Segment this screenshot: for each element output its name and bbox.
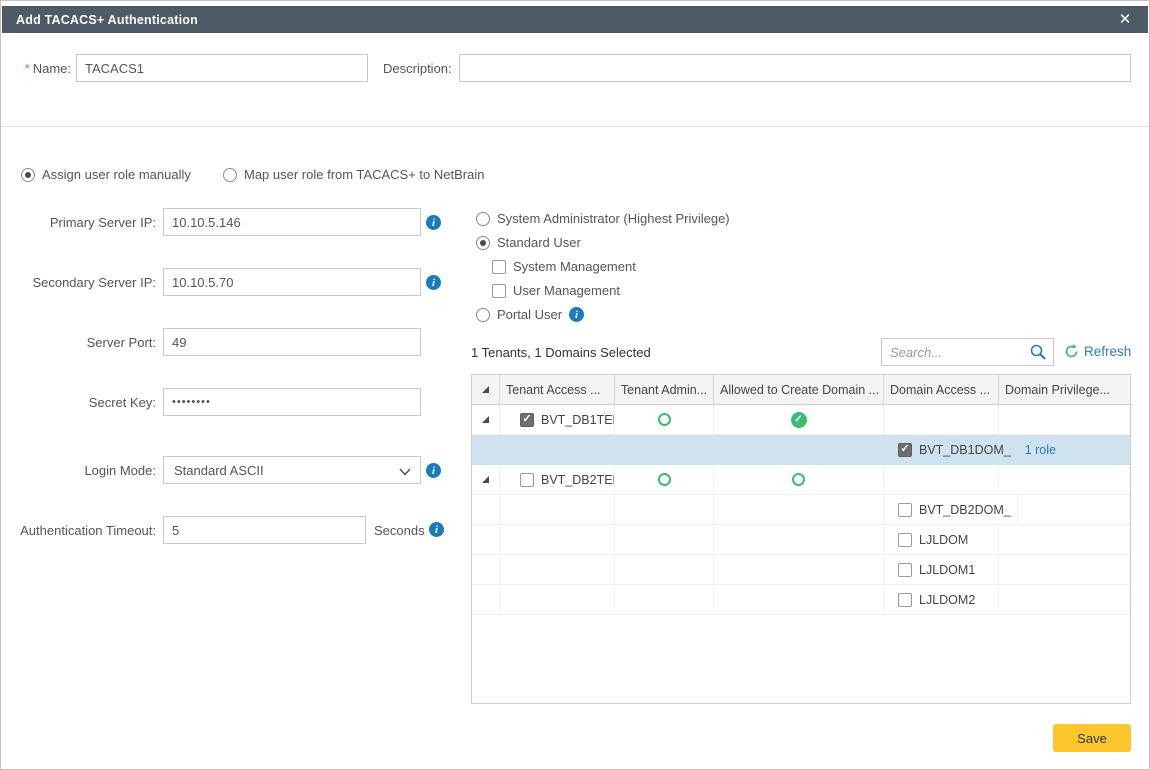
secret-key-input[interactable] bbox=[163, 388, 421, 416]
col-domain-privilege[interactable]: Domain Privilege... bbox=[999, 375, 1130, 404]
refresh-icon bbox=[1064, 344, 1079, 359]
map-role-option[interactable]: Map user role from TACACS+ to NetBrain bbox=[223, 167, 484, 182]
domain-name: LJLDOM bbox=[919, 533, 968, 547]
required-marker: * bbox=[25, 61, 30, 76]
domain-access-checkbox[interactable]: ✓ bbox=[898, 593, 912, 607]
domain-access-checkbox[interactable]: ✓ bbox=[898, 563, 912, 577]
table-row-selected[interactable]: ✓ BVT_DB1DOM_ 1 role bbox=[472, 435, 1130, 465]
login-mode-value: Standard ASCII bbox=[174, 463, 264, 478]
expand-all-icon[interactable] bbox=[482, 386, 489, 393]
domain-name: LJLDOM2 bbox=[919, 593, 975, 607]
radio-icon[interactable] bbox=[476, 308, 490, 322]
portal-user-label: Portal User bbox=[497, 307, 562, 322]
section-divider bbox=[1, 126, 1149, 127]
info-icon[interactable]: i bbox=[569, 307, 584, 322]
domain-name: BVT_DB2DOM_ bbox=[919, 503, 1011, 517]
primary-ip-label: Primary Server IP: bbox=[1, 215, 156, 230]
tenant-name: BVT_DB1TEN_ bbox=[541, 413, 615, 427]
portal-user-option[interactable]: Portal User i bbox=[476, 307, 584, 322]
auth-timeout-input[interactable] bbox=[163, 516, 366, 544]
radio-icon[interactable] bbox=[476, 236, 490, 250]
col-allowed-create-domain[interactable]: Allowed to Create Domain ... bbox=[714, 375, 884, 404]
system-management-label: System Management bbox=[513, 259, 636, 274]
auth-timeout-label: Authentication Timeout: bbox=[1, 523, 156, 538]
col-domain-access[interactable]: Domain Access ... bbox=[884, 375, 999, 404]
secondary-ip-input[interactable] bbox=[163, 268, 421, 296]
checkbox-icon[interactable]: ✓ bbox=[492, 260, 506, 274]
checkbox-icon[interactable]: ✓ bbox=[492, 284, 506, 298]
create-domain-check-icon[interactable]: ✓ bbox=[791, 412, 807, 428]
server-port-label: Server Port: bbox=[1, 335, 156, 350]
close-icon[interactable]: ✕ bbox=[1116, 11, 1134, 29]
secondary-ip-label: Secondary Server IP: bbox=[1, 275, 156, 290]
description-label: Description: bbox=[383, 61, 452, 76]
table-row: ✓ BVT_DB1TEN_ ✓ bbox=[472, 405, 1130, 435]
col-tenant-access[interactable]: Tenant Access ... bbox=[500, 375, 615, 404]
server-port-input[interactable] bbox=[163, 328, 421, 356]
refresh-button[interactable]: Refresh bbox=[1064, 344, 1131, 359]
name-input[interactable] bbox=[76, 54, 368, 82]
domain-name: LJLDOM1 bbox=[919, 563, 975, 577]
row-expander-icon[interactable] bbox=[482, 476, 489, 483]
info-icon[interactable]: i bbox=[426, 275, 441, 290]
name-label: *Name: bbox=[1, 61, 71, 76]
timeout-unit-label: Seconds bbox=[374, 523, 425, 538]
table-row: ✓ LJLDOM1 bbox=[472, 555, 1130, 585]
tenant-name: BVT_DB2TEN_ bbox=[541, 473, 615, 487]
dialog-titlebar: Add TACACS+ Authentication ✕ bbox=[2, 6, 1148, 33]
domain-access-checkbox[interactable]: ✓ bbox=[898, 443, 912, 457]
info-icon[interactable]: i bbox=[426, 215, 441, 230]
system-admin-label: System Administrator (Highest Privilege) bbox=[497, 211, 730, 226]
user-management-label: User Management bbox=[513, 283, 620, 298]
standard-user-label: Standard User bbox=[497, 235, 581, 250]
description-input[interactable] bbox=[459, 54, 1131, 82]
login-mode-select[interactable]: Standard ASCII bbox=[163, 456, 421, 484]
tenant-access-checkbox[interactable]: ✓ bbox=[520, 473, 534, 487]
search-icon[interactable] bbox=[1030, 344, 1047, 361]
table-row: ✓ LJLDOM bbox=[472, 525, 1130, 555]
selection-summary: 1 Tenants, 1 Domains Selected bbox=[471, 345, 651, 360]
radio-icon[interactable] bbox=[476, 212, 490, 226]
domain-access-checkbox[interactable]: ✓ bbox=[898, 503, 912, 517]
table-row: ✓ BVT_DB2TEN_ bbox=[472, 465, 1130, 495]
domain-privilege-link[interactable]: 1 role bbox=[1025, 443, 1056, 457]
tenant-access-checkbox[interactable]: ✓ bbox=[520, 413, 534, 427]
tenant-admin-circle-icon[interactable] bbox=[658, 473, 671, 486]
map-role-label: Map user role from TACACS+ to NetBrain bbox=[244, 167, 484, 182]
table-header: Tenant Access ... Tenant Admin... Allowe… bbox=[472, 375, 1130, 405]
create-domain-circle-icon[interactable] bbox=[792, 473, 805, 486]
table-row: ✓ BVT_DB2DOM_ bbox=[472, 495, 1130, 525]
row-expander-icon[interactable] bbox=[482, 416, 489, 423]
assign-manually-label: Assign user role manually bbox=[42, 167, 191, 182]
info-icon[interactable]: i bbox=[429, 522, 444, 537]
user-management-option[interactable]: ✓ User Management bbox=[492, 283, 620, 298]
tenant-domain-table: Tenant Access ... Tenant Admin... Allowe… bbox=[471, 374, 1131, 704]
domain-name: BVT_DB1DOM_ bbox=[919, 443, 1011, 457]
refresh-label: Refresh bbox=[1084, 344, 1131, 359]
add-tacacs-dialog: { "titlebar": { "title": "Add TACACS+ Au… bbox=[0, 0, 1150, 770]
standard-user-option[interactable]: Standard User bbox=[476, 235, 581, 250]
radio-icon[interactable] bbox=[223, 168, 237, 182]
info-icon[interactable]: i bbox=[426, 463, 441, 478]
system-management-option[interactable]: ✓ System Management bbox=[492, 259, 636, 274]
search-input[interactable] bbox=[881, 338, 1054, 366]
domain-access-checkbox[interactable]: ✓ bbox=[898, 533, 912, 547]
dialog-title: Add TACACS+ Authentication bbox=[16, 13, 198, 27]
secret-key-label: Secret Key: bbox=[1, 395, 156, 410]
tenant-admin-circle-icon[interactable] bbox=[658, 413, 671, 426]
system-admin-option[interactable]: System Administrator (Highest Privilege) bbox=[476, 211, 730, 226]
primary-ip-input[interactable] bbox=[163, 208, 421, 236]
search-box bbox=[881, 338, 1054, 366]
radio-icon[interactable] bbox=[21, 168, 35, 182]
assign-manually-option[interactable]: Assign user role manually bbox=[21, 167, 191, 182]
login-mode-label: Login Mode: bbox=[1, 463, 156, 478]
table-row: ✓ LJLDOM2 bbox=[472, 585, 1130, 615]
save-button[interactable]: Save bbox=[1053, 724, 1131, 752]
chevron-down-icon bbox=[399, 468, 411, 476]
col-tenant-admin[interactable]: Tenant Admin... bbox=[615, 375, 714, 404]
